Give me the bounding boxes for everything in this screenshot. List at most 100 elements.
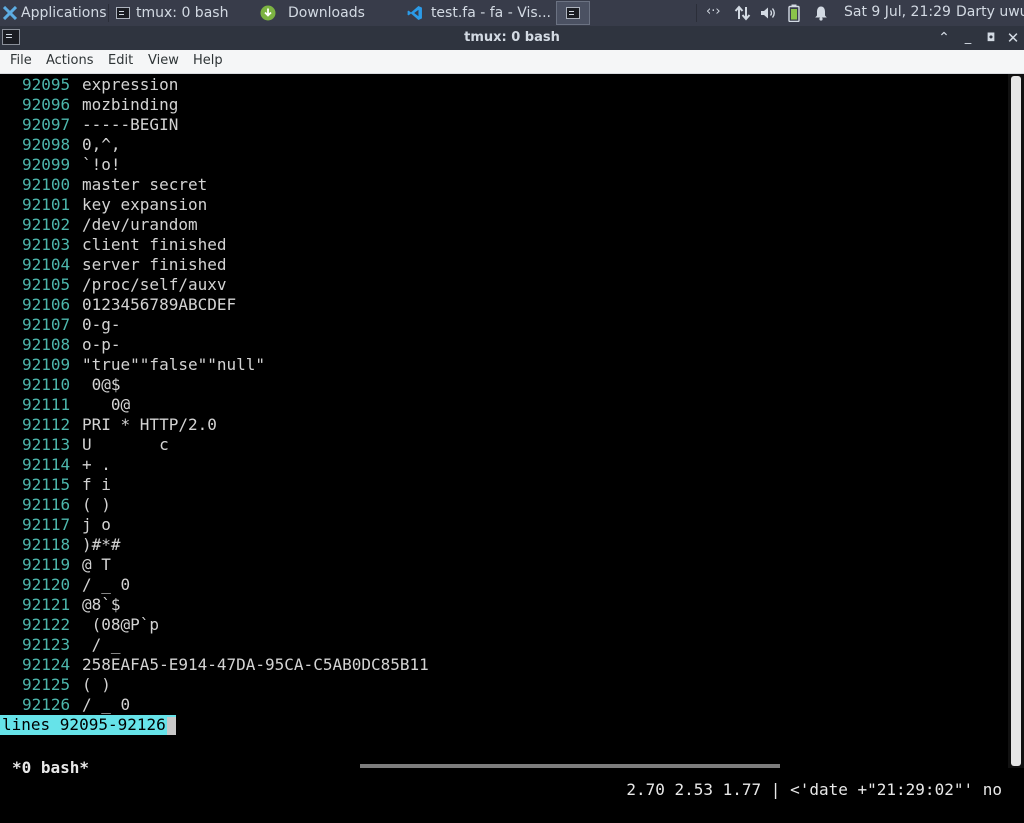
applications-menu[interactable]: Applications xyxy=(0,1,108,25)
top-panel: Applications tmux: 0 bash Downloads test… xyxy=(0,0,1024,26)
line-number: 92118 xyxy=(22,535,71,554)
line-text: / _ xyxy=(82,635,121,654)
minimize-button[interactable]: _ xyxy=(958,28,978,48)
terminal-output[interactable]: 92095 expression 92096 mozbinding 92097 -----… xyxy=(0,74,1008,799)
vscode-icon xyxy=(407,6,422,20)
close-button[interactable]: ✕ xyxy=(1003,28,1023,48)
line-text: U c xyxy=(82,435,169,454)
line-number: 92096 xyxy=(22,95,71,114)
line-text: master secret xyxy=(82,175,208,194)
task-terminal-active[interactable] xyxy=(556,1,590,25)
line-text: mozbinding xyxy=(82,95,179,114)
line-number: 92121 xyxy=(22,595,71,614)
mode-line-text: lines 92095-92126 xyxy=(2,715,166,734)
transfer-icon[interactable] xyxy=(734,5,752,21)
line-number: 92124 xyxy=(22,655,71,674)
line-text: @8`$ xyxy=(82,595,121,614)
tmux-status-right: 2.70 2.53 1.77 | <'date +"21:29:02"' no xyxy=(626,780,1002,799)
user-name[interactable]: Darty uwu xyxy=(956,4,1024,20)
line-number: 92122 xyxy=(22,615,71,634)
line-number: 92105 xyxy=(22,275,71,294)
line-number: 92100 xyxy=(22,175,71,194)
tmux-window-tab[interactable]: *0 bash* xyxy=(12,757,89,779)
terminal-icon xyxy=(116,7,130,19)
line-text: expression xyxy=(82,75,179,94)
line-number: 92125 xyxy=(22,675,71,694)
line-text: )#*# xyxy=(82,535,121,554)
task-label: Downloads xyxy=(288,5,365,21)
line-number: 92104 xyxy=(22,255,71,274)
xfce-logo-icon xyxy=(3,6,17,20)
notifications-bell-icon[interactable] xyxy=(814,5,828,21)
line-text: /proc/self/auxv xyxy=(82,275,227,294)
line-text: ( ) xyxy=(82,675,111,694)
window-title: tmux: 0 bash xyxy=(464,30,560,45)
task-label: tmux: 0 bash xyxy=(136,5,229,21)
vertical-scrollbar[interactable] xyxy=(1008,74,1024,768)
task-vscode[interactable]: test.fa - fa - Vis... xyxy=(403,1,551,25)
line-number: 92107 xyxy=(22,315,71,334)
line-number: 92095 xyxy=(22,75,71,94)
menu-help[interactable]: Help xyxy=(193,53,223,68)
maximize-button[interactable]: ◘ xyxy=(981,28,1001,48)
clock[interactable]: Sat 9 Jul, 21:29 xyxy=(844,4,951,20)
line-text: server finished xyxy=(82,255,227,274)
line-number: 92123 xyxy=(22,635,71,654)
line-number: 92112 xyxy=(22,415,71,434)
shade-button[interactable]: ⌃ xyxy=(934,28,954,48)
line-number: 92115 xyxy=(22,475,71,494)
volume-icon[interactable] xyxy=(760,5,778,21)
line-text: @ T xyxy=(82,555,111,574)
line-text: j o xyxy=(82,515,111,534)
line-number: 92119 xyxy=(22,555,71,574)
line-number: 92117 xyxy=(22,515,71,534)
line-number: 92103 xyxy=(22,235,71,254)
line-number: 92097 xyxy=(22,115,71,134)
line-text: (08@P`p xyxy=(82,615,160,634)
line-number: 92110 xyxy=(22,375,71,394)
line-text: 0,^, xyxy=(82,135,121,154)
line-number: 92114 xyxy=(22,455,71,474)
menu-edit[interactable]: Edit xyxy=(108,53,133,68)
menu-file[interactable]: File xyxy=(10,53,32,68)
applications-label: Applications xyxy=(21,5,107,21)
line-text: `!o! xyxy=(82,155,121,174)
pager-mode-line: lines 92095-92126 xyxy=(0,715,176,735)
line-number: 92109 xyxy=(22,355,71,374)
menu-actions[interactable]: Actions xyxy=(46,53,94,68)
line-text: 0123456789ABCDEF xyxy=(82,295,237,314)
line-number: 92106 xyxy=(22,295,71,314)
line-number: 92098 xyxy=(22,135,71,154)
horizontal-scrollbar[interactable] xyxy=(360,764,780,768)
line-text: + . xyxy=(82,455,111,474)
menu-view[interactable]: View xyxy=(148,53,179,68)
line-number: 92099 xyxy=(22,155,71,174)
network-icon[interactable]: ‹·› xyxy=(706,4,721,19)
task-tmux[interactable]: tmux: 0 bash xyxy=(112,1,252,25)
line-text: / _ 0 xyxy=(82,695,131,714)
window-titlebar[interactable]: tmux: 0 bash ⌃ _ ◘ ✕ xyxy=(0,26,1024,50)
line-number: 92113 xyxy=(22,435,71,454)
line-text: o-p- xyxy=(82,335,121,354)
line-number: 92111 xyxy=(22,395,71,414)
task-downloads[interactable]: Downloads xyxy=(256,1,400,25)
line-text: / _ 0 xyxy=(82,575,131,594)
line-text: /dev/urandom xyxy=(82,215,198,234)
line-text: key expansion xyxy=(82,195,208,214)
line-number: 92126 xyxy=(22,695,71,714)
battery-icon[interactable] xyxy=(788,4,800,22)
line-text: 0@$ xyxy=(82,375,121,394)
line-number: 92102 xyxy=(22,215,71,234)
scrollbar-thumb[interactable] xyxy=(1011,76,1021,766)
line-text: f i xyxy=(82,475,111,494)
line-text: 0-g- xyxy=(82,315,121,334)
line-number: 92116 xyxy=(22,495,71,514)
line-text: PRI * HTTP/2.0 xyxy=(82,415,217,434)
menubar: File Actions Edit View Help xyxy=(0,50,1024,74)
line-text: 258EAFA5-E914-47DA-95CA-C5AB0DC85B11 xyxy=(82,655,429,674)
line-text: ( ) xyxy=(82,495,111,514)
terminal-icon xyxy=(566,7,580,19)
line-text: -----BEGIN xyxy=(82,115,179,134)
line-text: "true""false""null" xyxy=(82,355,266,374)
download-icon xyxy=(260,5,276,21)
